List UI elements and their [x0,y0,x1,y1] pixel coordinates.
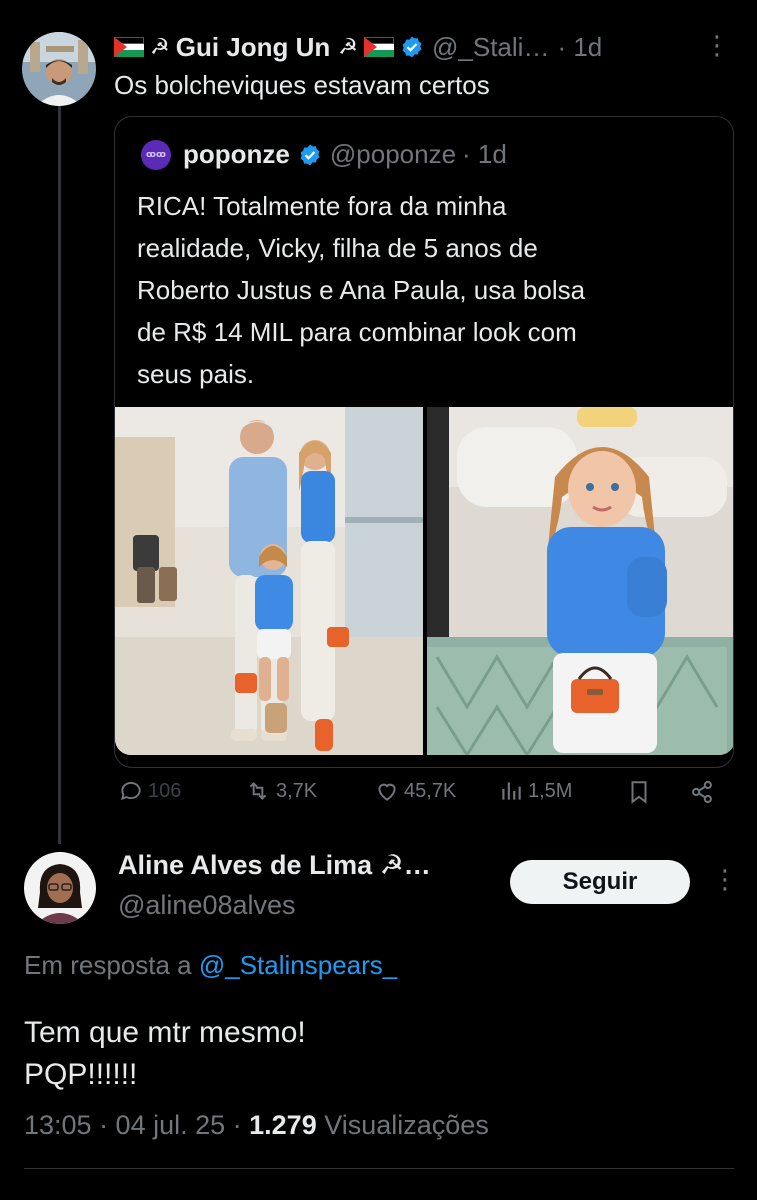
bookmark-icon [631,781,647,804]
quoted-text-line: realidade, Vicky, filha de 5 anos de [137,233,538,263]
views-icon [502,782,521,800]
reply-author-handle[interactable]: @aline08alves [118,890,296,921]
reply-button[interactable]: 106 [118,778,181,804]
quoted-text: RICA! Totalmente fora da minha realidade… [137,185,717,395]
palestine-flag-icon [114,37,144,57]
replying-prefix: Em resposta a [24,950,199,980]
quoted-author-handle[interactable]: @poponze [330,139,456,170]
quoted-text-line: RICA! Totalmente fora da minha [137,191,507,221]
reply-meta: 13:05 · 04 jul. 25 · 1.279 Visualizações [24,1110,489,1141]
replying-mention-link[interactable]: @_Stalinspears_ [199,950,397,980]
repost-icon [249,782,267,800]
thread-line [58,104,61,844]
verified-icon [300,144,320,165]
reply-avatar[interactable] [24,852,96,924]
share-icon [692,780,712,804]
reply-count: 106 [148,779,182,802]
reply-text: Tem que mtr mesmo! PQP!!!!!! [24,1012,306,1096]
bookmark-button[interactable] [626,778,656,806]
quoted-time: · 1d [462,139,507,169]
quoted-author-name[interactable]: poponze [183,139,290,170]
quoted-text-line: de R$ 14 MIL para combinar look com [137,317,577,347]
tweet-text: Os bolcheviques estavam certos [114,70,490,100]
like-icon [378,783,396,801]
share-button[interactable] [688,778,720,806]
quoted-logo-text: ꝏꝏ [146,148,166,159]
tweet-header: ☭ Gui Jong Un ☭ @_Stali… · 1d [114,30,734,64]
quoted-text-line: Roberto Justus e Ana Paula, usa bolsa [137,275,586,305]
replying-to: Em resposta a @_Stalinspears_ [24,950,397,981]
reply-text-line: Tem que mtr mesmo! [24,1016,306,1049]
more-icon[interactable]: ⋮ [704,30,731,61]
quoted-avatar[interactable]: ꝏꝏ [141,139,171,170]
quoted-photo-girl[interactable] [427,407,733,755]
author-name[interactable]: Gui Jong Un [176,32,331,63]
verified-icon [402,36,422,58]
tweet-actions: 106 3,7K 45,7K 1,5M [116,778,736,810]
hammer-sickle-icon: ☭ [150,34,170,60]
quoted-header: ꝏꝏ poponze @poponze · 1d [141,139,507,170]
quoted-photo-family[interactable] [115,407,423,755]
avatar[interactable] [22,32,96,106]
tweet-time[interactable]: · 1d [557,32,602,63]
views-count: 1,5M [528,779,573,802]
reply-text-line: PQP!!!!!! [24,1058,138,1091]
views-button[interactable]: 1,5M [498,778,572,804]
palestine-flag-icon [364,37,395,57]
repost-button[interactable]: 3,7K [244,778,317,804]
like-count: 45,7K [404,779,457,802]
author-handle[interactable]: @_Stali… [432,32,549,63]
quoted-text-line: seus pais. [137,359,255,389]
repost-count: 3,7K [276,779,318,802]
divider [24,1168,734,1169]
reply-icon [120,781,141,801]
reply-views-count: 1.279 [249,1110,317,1140]
like-button[interactable]: 45,7K [374,778,456,804]
follow-button[interactable]: Seguir [510,860,690,904]
reply-timestamp[interactable]: 13:05 · 04 jul. 25 · [24,1110,249,1140]
quoted-tweet[interactable]: ꝏꝏ poponze @poponze · 1d RICA! Totalment… [114,116,734,768]
more-icon[interactable]: ⋮ [712,864,738,895]
reply-author-name[interactable]: Aline Alves de Lima ☭… [118,850,431,881]
reply-views-label: Visualizações [316,1110,489,1140]
hammer-sickle-icon: ☭ [338,34,359,60]
